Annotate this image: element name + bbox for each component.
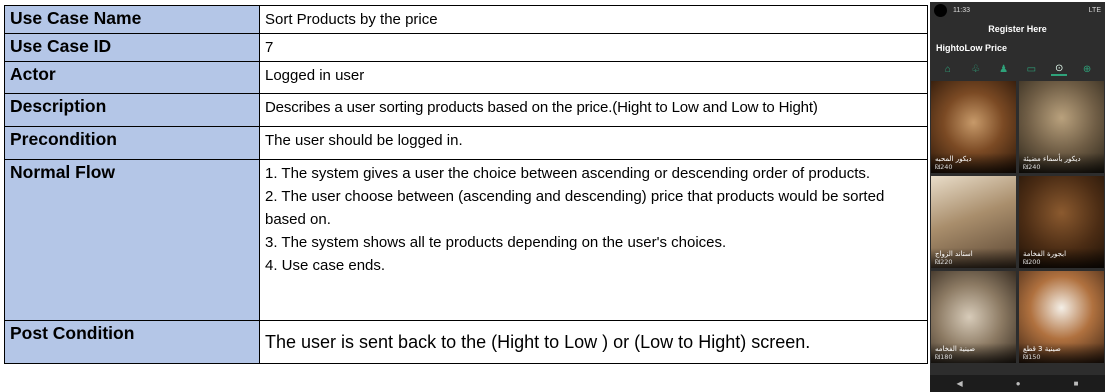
table-row: Use Case ID 7	[4, 33, 928, 62]
use-case-table: Use Case Name Sort Products by the price…	[4, 5, 928, 364]
product-price: ₪240	[935, 163, 953, 171]
product-caption: استاند الزواج ₪220	[931, 248, 1016, 268]
product-card[interactable]: ديكور بأسماء مضيئة ₪240	[1019, 81, 1104, 173]
product-caption: صينية الفخامه ₪180	[931, 343, 1016, 363]
status-bar: 11:33 LTE	[930, 2, 1105, 18]
flow-step: 4. Use case ends.	[265, 257, 386, 274]
status-time: 11:33	[953, 6, 970, 14]
person-icon[interactable]: ♟	[996, 64, 1012, 75]
screen-subtitle: HightoLow Price	[936, 43, 1008, 53]
product-price: ₪150	[1023, 353, 1041, 361]
row-value: The user should be logged in.	[259, 126, 928, 160]
product-caption: ديكور بأسماء مضيئة ₪240	[1019, 153, 1104, 173]
home-button-icon[interactable]: ●	[1016, 379, 1021, 388]
flow-step: 3. The system shows all te products depe…	[265, 234, 727, 251]
product-card[interactable]: صينية الفخامه ₪180	[931, 271, 1016, 363]
table-row: Description Describes a user sorting pro…	[4, 93, 928, 127]
row-value: Describes a user sorting products based …	[259, 93, 928, 127]
product-card[interactable]: ابجورة الفخامة ₪200	[1019, 176, 1104, 268]
table-row: Normal Flow 1. The system gives a user t…	[4, 159, 928, 321]
camera-cutout	[934, 3, 947, 17]
sort-icon[interactable]: ⊙	[1051, 63, 1068, 76]
category-icon[interactable]: ♧	[968, 64, 984, 75]
product-name: استاند الزواج	[935, 250, 973, 258]
product-card[interactable]: صينية 3 قطع ₪150	[1019, 271, 1104, 363]
table-row: Use Case Name Sort Products by the price	[4, 5, 928, 34]
product-price: ₪200	[1023, 258, 1041, 266]
row-label: Use Case Name	[4, 5, 260, 34]
product-name: صينية 3 قطع	[1023, 345, 1061, 353]
product-card[interactable]: ديكور المحبه ₪240	[931, 81, 1016, 173]
product-price: ₪180	[935, 353, 953, 361]
flow-step: 2. The user choose between (ascending an…	[265, 188, 885, 228]
product-name: صينية الفخامه	[935, 345, 976, 353]
product-caption: صينية 3 قطع ₪150	[1019, 343, 1104, 363]
product-name: ديكور بأسماء مضيئة	[1023, 155, 1081, 163]
product-grid: ديكور المحبه ₪240 ديكور بأسماء مضيئة ₪24…	[930, 81, 1105, 363]
recents-icon[interactable]: ■	[1074, 379, 1079, 388]
sort-alt-icon[interactable]: ⊕	[1079, 64, 1095, 75]
row-value: The user is sent back to the (Hight to L…	[259, 320, 928, 364]
row-label: Precondition	[4, 126, 260, 160]
product-name: ديكور المحبه	[935, 155, 972, 163]
product-price: ₪220	[935, 258, 953, 266]
row-label: Use Case ID	[4, 33, 260, 62]
status-icons: LTE	[1088, 6, 1101, 14]
row-value: Sort Products by the price	[259, 5, 928, 34]
cart-icon[interactable]: ▭	[1023, 64, 1039, 75]
product-name: ابجورة الفخامة	[1023, 250, 1067, 258]
back-icon[interactable]: ◀	[957, 379, 963, 388]
home-icon[interactable]: ⌂	[940, 64, 956, 75]
row-label: Actor	[4, 61, 260, 94]
android-nav-bar: ◀ ● ■	[930, 375, 1105, 392]
flow-step: 1. The system gives a user the choice be…	[265, 165, 871, 182]
row-label: Description	[4, 93, 260, 127]
tab-bar: ⌂ ♧ ♟ ▭ ⊙ ⊕	[930, 57, 1105, 81]
row-value: 7	[259, 33, 928, 62]
table-row: Post Condition The user is sent back to …	[4, 320, 928, 364]
table-row: Actor Logged in user	[4, 61, 928, 94]
row-label: Normal Flow	[4, 159, 260, 321]
product-caption: ابجورة الفخامة ₪200	[1019, 248, 1104, 268]
product-card[interactable]: استاند الزواج ₪220	[931, 176, 1016, 268]
row-label: Post Condition	[4, 320, 260, 364]
row-value: Logged in user	[259, 61, 928, 94]
phone-screenshot: 11:33 LTE Register Here HightoLow Price …	[930, 2, 1105, 392]
product-caption: ديكور المحبه ₪240	[931, 153, 1016, 173]
app-header-title: Register Here	[988, 24, 1047, 34]
product-price: ₪240	[1023, 163, 1041, 171]
row-value: 1. The system gives a user the choice be…	[259, 159, 928, 321]
table-row: Precondition The user should be logged i…	[4, 126, 928, 160]
